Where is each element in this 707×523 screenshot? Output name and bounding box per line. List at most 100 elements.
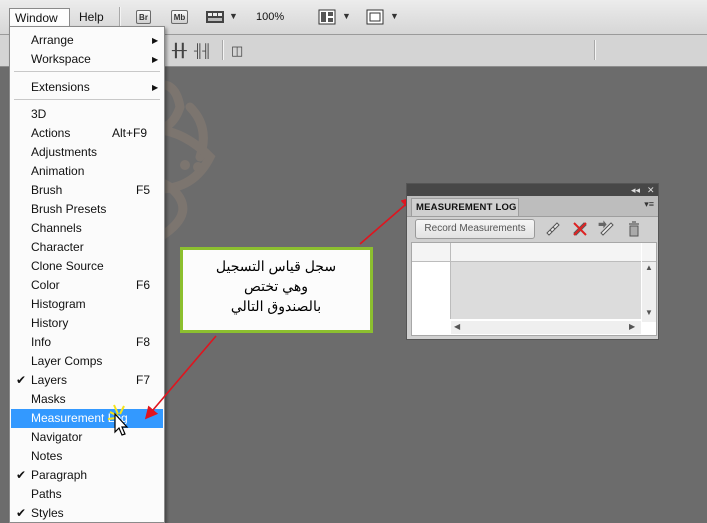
menu-item-arrange[interactable]: Arrange ▶ <box>11 31 163 50</box>
checkmark-icon: ✔ <box>16 373 27 387</box>
window-menu-dropdown: Arrange ▶ Workspace ▶ Extensions ▶ 3D Actio… <box>9 26 165 523</box>
arrange-documents-icon <box>318 9 336 25</box>
toolbar-separator <box>119 7 121 27</box>
menu-item-label: Info <box>31 335 52 349</box>
menu-item-brush-presets[interactable]: Brush Presets <box>11 200 163 219</box>
scroll-left-icon[interactable]: ◀ <box>454 322 460 331</box>
menu-item-adjustments[interactable]: Adjustments <box>11 143 163 162</box>
launch-bridge-button[interactable]: Br <box>136 10 151 24</box>
panel-titlebar[interactable]: ◂◂ ✕ <box>407 184 658 196</box>
screen-mode-icon <box>366 9 384 25</box>
menu-item-label: Paragraph <box>31 468 88 482</box>
align-centers-icon[interactable]: ╂╂ <box>172 43 187 59</box>
menu-item-history[interactable]: History <box>11 314 163 333</box>
mouse-cursor-icon <box>107 404 129 436</box>
record-measurements-button[interactable]: Record Measurements <box>415 219 535 239</box>
menu-item-label: Animation <box>31 164 85 178</box>
menu-item-masks[interactable]: Masks <box>11 390 163 409</box>
scroll-down-icon[interactable]: ▼ <box>645 308 653 317</box>
scroll-up-icon[interactable]: ▲ <box>645 263 653 272</box>
menu-item-label: 3D <box>31 107 47 121</box>
menu-item-workspace[interactable]: Workspace ▶ <box>11 50 163 69</box>
menu-item-color[interactable]: Color F6 <box>11 276 163 295</box>
measurement-log-table: ▲ ▼ ◀ ▶ <box>411 242 657 336</box>
menu-item-shortcut: F5 <box>136 183 151 197</box>
menu-item-paths[interactable]: Paths <box>11 485 163 504</box>
menu-item-histogram[interactable]: Histogram <box>11 295 163 314</box>
menu-item-label: Character <box>31 240 84 254</box>
menu-item-extensions[interactable]: Extensions ▶ <box>11 78 163 97</box>
menu-item-shortcut: F6 <box>136 278 151 292</box>
bridge-icon: Br <box>139 13 148 22</box>
tab-measurement-log[interactable]: MEASUREMENT LOG <box>411 198 519 216</box>
menu-item-styles[interactable]: ✔ Styles <box>11 504 163 523</box>
auto-align-icon[interactable]: ◫ <box>231 43 243 59</box>
screen-mode-button[interactable]: ▼ <box>366 9 402 25</box>
view-extras-button[interactable]: ▼ <box>205 9 241 25</box>
menu-item-navigator[interactable]: Navigator <box>11 428 163 447</box>
callout-line: بالصندوق التالي <box>230 298 322 314</box>
align-right-icon[interactable]: ╢╢ <box>194 43 211 58</box>
panel-menu-icon[interactable]: ▾≡ <box>644 199 654 210</box>
callout-line: وهي تختص <box>243 278 308 294</box>
menu-item-character[interactable]: Character <box>11 238 163 257</box>
menu-item-layer-comps[interactable]: Layer Comps <box>11 352 163 371</box>
menu-item-label: Navigator <box>31 430 83 444</box>
deselect-measurements-icon[interactable] <box>571 220 589 238</box>
collapse-icon[interactable]: ◂◂ <box>631 184 640 196</box>
menu-separator <box>14 99 160 100</box>
close-icon[interactable]: ✕ <box>647 184 655 196</box>
menu-item-3d[interactable]: 3D <box>11 105 163 124</box>
menu-item-label: Actions <box>31 126 71 140</box>
menu-item-channels[interactable]: Channels <box>11 219 163 238</box>
menu-item-label: Histogram <box>31 297 86 311</box>
menu-item-measurement-log[interactable]: Measurement Log <box>11 409 163 428</box>
measurement-log-panel: ◂◂ ✕ MEASUREMENT LOG ▾≡ Record Measureme… <box>406 183 659 340</box>
guides-grid-icon <box>206 11 224 23</box>
checkmark-icon: ✔ <box>16 506 27 520</box>
menu-item-animation[interactable]: Animation <box>11 162 163 181</box>
callout-line: سجل قياس التسجيل <box>215 258 337 274</box>
menu-item-label: Styles <box>31 506 64 520</box>
arrow-to-measurement-log-panel <box>359 196 415 245</box>
menu-item-label: Brush Presets <box>31 202 107 216</box>
menu-item-clone-source[interactable]: Clone Source <box>11 257 163 276</box>
menu-item-shortcut: F7 <box>136 373 151 387</box>
menu-window[interactable]: Window <box>9 8 70 26</box>
row-number-column <box>412 262 451 319</box>
export-measurements-icon[interactable] <box>598 220 616 238</box>
vertical-scrollbar[interactable]: ▲ ▼ <box>642 262 656 322</box>
menu-item-info[interactable]: Info F8 <box>11 333 163 352</box>
chevron-right-icon: ▶ <box>152 55 159 64</box>
menu-item-label: Paths <box>31 487 62 501</box>
chevron-down-icon: ▼ <box>390 11 399 21</box>
menu-item-label: History <box>31 316 69 330</box>
launch-mini-bridge-button[interactable]: Mb <box>171 10 188 24</box>
select-all-measurements-icon[interactable] <box>544 220 562 238</box>
zoom-level[interactable]: 100% <box>256 11 284 23</box>
menu-item-layers[interactable]: ✔ Layers F7 <box>11 371 163 390</box>
menu-item-notes[interactable]: Notes <box>11 447 163 466</box>
menu-item-label: Adjustments <box>31 145 98 159</box>
delete-measurements-icon[interactable] <box>625 220 643 238</box>
menu-item-label: Color <box>31 278 60 292</box>
menu-separator <box>14 71 160 72</box>
menu-item-label: Channels <box>31 221 82 235</box>
menu-item-brush[interactable]: Brush F5 <box>11 181 163 200</box>
menu-item-label: Notes <box>31 449 63 463</box>
menu-item-paragraph[interactable]: ✔ Paragraph <box>11 466 163 485</box>
checkmark-icon: ✔ <box>16 468 27 482</box>
mini-bridge-icon: Mb <box>173 13 186 22</box>
menu-item-label: Masks <box>31 392 66 406</box>
chevron-right-icon: ▶ <box>152 36 159 45</box>
annotation-callout: سجل قياس التسجيل وهي تختص بالصندوق التال… <box>180 247 373 333</box>
menu-help[interactable]: Help <box>74 8 112 26</box>
menu-item-label: Clone Source <box>31 259 104 273</box>
menu-item-actions[interactable]: Actions Alt+F9 <box>11 124 163 143</box>
horizontal-scrollbar[interactable]: ◀ ▶ <box>451 321 641 334</box>
arrange-documents-button[interactable]: ▼ <box>318 9 354 25</box>
table-body <box>451 262 641 319</box>
menu-item-shortcut: Alt+F9 <box>112 126 148 140</box>
scroll-right-icon[interactable]: ▶ <box>629 322 635 331</box>
callout-text: سجل قياس التسجيل وهي تختص بالصندوق التال… <box>191 256 361 316</box>
